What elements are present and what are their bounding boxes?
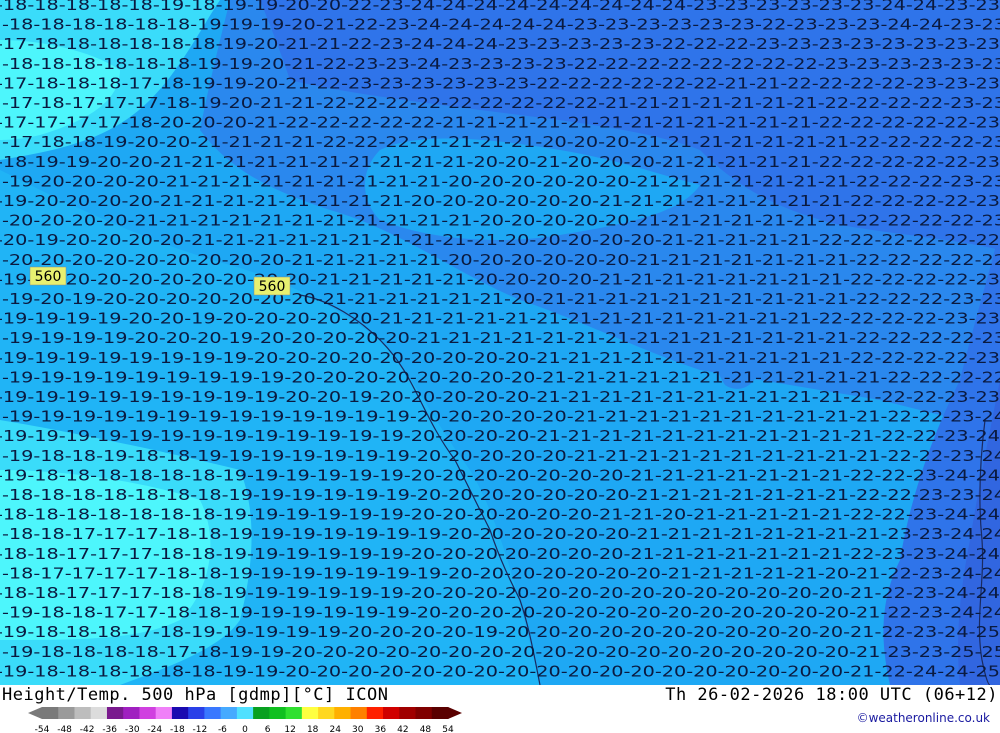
scale-tick-label: 48 [420, 725, 432, 733]
scale-tick-label: 0 [242, 725, 248, 733]
scale-tick-label: -12 [193, 725, 208, 733]
scale-tick-label: -6 [218, 725, 227, 733]
scale-tick-label: -24 [147, 725, 162, 733]
scale-cell [123, 707, 140, 719]
temperature-label-row: -19-19-19-19-19-19-19-19-20-20-20-20-20-… [0, 349, 1000, 367]
scale-cell [90, 707, 108, 719]
scale-cell [285, 707, 303, 719]
scale-cell [334, 707, 352, 719]
temperature-label-row: -18-18-18-18-18-18-18-19-19-19-19-19-19-… [0, 506, 1000, 524]
temperature-label-row: -18-18-18-18-18-18-18-19-19-19-19-19-19-… [2, 486, 1000, 504]
temperature-label-row: -19-19-19-19-19-19-19-19-19-19-19-19-19-… [2, 408, 1000, 426]
scale-cell [269, 707, 287, 719]
scale-cell [350, 707, 368, 719]
scale-tick-label: -18 [170, 725, 185, 733]
temperature-label-row: -17-18-18-19-20-20-21-21-21-21-22-22-22-… [2, 133, 1000, 151]
scale-arrow-right [448, 707, 462, 719]
temperature-labels: -18-18-18-18-18-19-18-19-19-20-20-22-23-… [0, 0, 1000, 680]
scale-cell [139, 707, 157, 719]
map-datetime: Th 26-02-2026 18:00 UTC (06+12) [665, 685, 998, 705]
temperature-label-row: -18-18-18-18-18-18-19-19-20-21-22-23-23-… [2, 55, 1000, 73]
temperature-label-row: -20-20-20-20-21-21-21-21-21-21-21-21-21-… [2, 212, 1000, 230]
temperature-label-row: -18-19-19-20-20-21-21-21-21-21-21-21-21-… [0, 153, 1000, 171]
temperature-label-row: -18-18-18-18-18-19-18-19-19-20-20-22-23-… [0, 0, 1000, 14]
temperature-label-row: -19-20-19-20-20-20-20-20-20-20-21-21-21-… [2, 290, 1000, 308]
scale-tick-label: -36 [102, 725, 117, 733]
scale-tick-label: 36 [375, 725, 387, 733]
temperature-label-row: -17-18-17-17-17-18-19-20-21-21-22-22-22-… [2, 94, 1000, 112]
temperature-label-row: -18-18-17-17-17-18-18-19-19-19-19-19-19-… [0, 545, 1000, 563]
color-scale-cells [28, 707, 462, 719]
scale-tick-label: -42 [80, 725, 95, 733]
color-scale: -54 -48 -42 -36 -30 -24 -18 -12 -6 0 6 12 18 24 30 36 42… [28, 707, 462, 733]
scale-cell [399, 707, 417, 719]
temperature-label-row: -18-18-18-18-18-18-19-19-19-20-21-22-23-… [2, 16, 1000, 34]
temperature-label-row: -19-18-18-18-17-18-19-19-19-19-19-20-20-… [0, 623, 1000, 641]
scale-cell [204, 707, 222, 719]
temperature-label-row: -19-18-18-19-18-18-19-19-19-19-19-19-19-… [2, 447, 1000, 465]
scale-cell [383, 707, 400, 719]
scale-tick-label: -48 [57, 725, 72, 733]
temperature-label-row: -19-18-18-18-18-18-18-19-19-19-19-19-19-… [0, 466, 1000, 484]
scale-cell [220, 707, 238, 719]
scale-tick-label: 54 [442, 725, 454, 733]
scale-cell [415, 707, 433, 719]
map-title: Height/Temp. 500 hPa [gdmp][°C] ICON [2, 685, 389, 705]
temperature-label-row: -19-19-19-19-20-20-20-19-20-20-20-20-20-… [2, 329, 1000, 347]
scale-arrow-left [28, 707, 42, 719]
temperature-label-row: -19-19-19-19-19-19-19-19-19-20-20-20-20-… [2, 368, 1000, 386]
scale-tick-label: 42 [397, 725, 408, 733]
scale-cell [318, 707, 335, 719]
scale-cell [236, 707, 254, 719]
temperature-label-row: -19-19-19-19-19-19-19-19-19-19-19-19-19-… [0, 427, 1000, 445]
scale-tick-label: 12 [284, 725, 295, 733]
temperature-label-row: -17-17-17-17-18-20-20-20-21-22-22-22-22-… [0, 114, 1000, 132]
temperature-label-row: -18-17-17-17-17-18-18-19-19-19-19-19-19-… [2, 564, 1000, 582]
credit-link[interactable]: ©weatheronline.co.uk [857, 711, 990, 725]
scale-cell [301, 707, 319, 719]
height-label: 560 [259, 279, 286, 295]
height-label: 560 [35, 269, 62, 285]
temperature-label-row: -20-20-20-20-20-20-20-20-20-21-21-21-21-… [2, 251, 1000, 269]
temperature-label-row: -17-18-18-18-18-18-18-19-20-21-21-22-23-… [0, 35, 1000, 53]
scale-cell [171, 707, 189, 719]
scale-cell [253, 707, 270, 719]
temperature-label-row: -19-18-18-18-18-18-18-19-19-20-20-20-20-… [0, 662, 1000, 680]
scale-tick-label: 6 [265, 725, 271, 733]
temperature-label-row: -19-20-20-20-20-20-20-20-20-20-21-21-21-… [0, 270, 1000, 288]
temperature-label-row: -19-20-20-20-20-21-21-21-21-21-21-21-21-… [0, 192, 1000, 210]
scale-cell [58, 707, 75, 719]
scale-cell [106, 707, 124, 719]
scale-tick-label: 24 [329, 725, 341, 733]
temperature-label-row: -19-18-18-18-18-17-18-19-19-20-20-20-20-… [2, 643, 1000, 661]
scale-cell [42, 707, 59, 719]
scale-cell [188, 707, 205, 719]
temperature-label-row: -19-19-19-19-20-20-19-20-20-20-20-20-21-… [0, 310, 1000, 328]
scale-tick-label: 30 [352, 725, 364, 733]
scale-cell [155, 707, 173, 719]
temperature-label-row: -19-19-19-19-19-19-19-19-19-20-20-19-20-… [0, 388, 1000, 406]
color-scale-ticks: -54 -48 -42 -36 -30 -24 -18 -12 -6 0 6 12 18 24 30 36 42… [35, 725, 454, 733]
scale-tick-label: -54 [35, 725, 50, 733]
scale-cell [431, 707, 449, 719]
scale-cell [366, 707, 384, 719]
scale-tick-label: -30 [125, 725, 140, 733]
temperature-label-row: -19-20-20-20-20-21-21-21-21-21-21-21-21-… [2, 172, 1000, 190]
map-panel: -18-18-18-18-18-19-18-19-19-20-20-22-23-… [0, 0, 1000, 685]
temperature-label-row: -18-18-17-17-17-18-18-19-19-19-19-19-19-… [0, 584, 1000, 602]
footer: Height/Temp. 500 hPa [gdmp][°C] ICON Th … [0, 685, 1000, 733]
scale-cell [74, 707, 92, 719]
temperature-field: -18-18-18-18-18-19-18-19-19-20-20-22-23-… [0, 0, 1000, 685]
temperature-label-row: -19-18-18-17-17-18-18-19-19-19-19-19-19-… [2, 604, 1000, 622]
scale-tick-label: 18 [307, 725, 319, 733]
temperature-label-row: -18-18-17-17-17-18-18-19-19-19-19-19-19-… [2, 525, 1000, 543]
temperature-label-row: -17-18-18-18-17-18-19-19-20-21-22-23-23-… [0, 74, 1000, 92]
temperature-label-row: -20-19-20-20-20-20-21-21-21-21-21-21-21-… [0, 231, 1000, 249]
